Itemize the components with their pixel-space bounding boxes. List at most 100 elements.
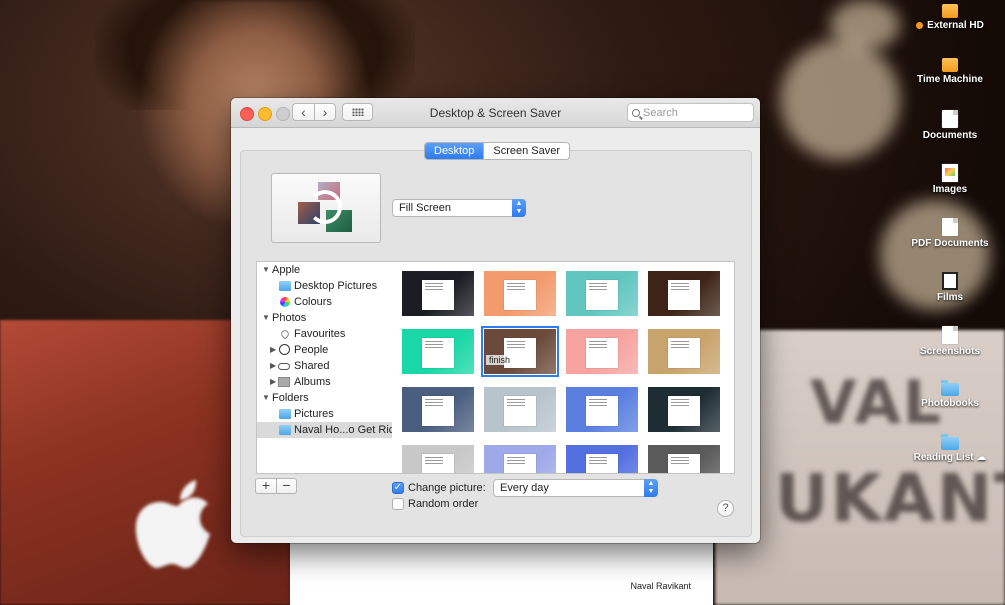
thumbnail-document-preview [668, 396, 700, 426]
heart-icon [279, 328, 291, 340]
sidebar-item-colours[interactable]: Colours [257, 294, 393, 310]
sidebar-item-favourites[interactable]: Favourites [257, 326, 393, 342]
thumbnail-document-preview [668, 454, 700, 473]
search-field[interactable] [627, 103, 754, 122]
wallpaper-thumbnail[interactable] [566, 271, 638, 316]
thumbnail-document-preview [504, 454, 536, 473]
wallpaper-thumbnail[interactable] [566, 329, 638, 374]
sidebar-section-folders[interactable]: ▼ Folders [257, 390, 393, 406]
fit-mode-value: Fill Screen [399, 202, 451, 214]
thumbnail-document-preview [422, 396, 454, 426]
film-icon [942, 272, 958, 290]
desktop-icon-reading-list[interactable]: Reading List ☁ [895, 434, 1005, 484]
wallpaper-thumbnail[interactable] [648, 445, 720, 473]
wallpaper-thumbnail[interactable] [484, 387, 556, 432]
wallpaper-thumbnail[interactable] [648, 329, 720, 374]
wallpaper-thumbnail[interactable] [402, 445, 474, 473]
desktop-icon-label: Photobooks [921, 398, 979, 409]
updown-arrows-icon: ▲ ▼ [512, 199, 526, 217]
desktop-icon-pdf-documents[interactable]: PDF Documents [895, 218, 1005, 268]
desktop-icon-documents[interactable]: Documents [895, 110, 1005, 160]
image-icon [942, 164, 958, 182]
icloud-icon: ☁ [976, 452, 987, 463]
title-bar[interactable]: ‹ › Desktop & Screen Saver [231, 98, 760, 128]
disclosure-open-icon[interactable]: ▼ [262, 310, 270, 326]
wallpaper-thumbnail[interactable] [484, 445, 556, 473]
desktop-preview [271, 173, 381, 243]
random-order-label: Random order [408, 498, 479, 510]
remove-folder-button[interactable]: − [276, 478, 297, 494]
desktop-icon-external-hd[interactable]: External HD [895, 2, 1005, 52]
add-folder-button[interactable]: + [255, 478, 276, 494]
desktop-icon-label: PDF Documents [911, 238, 989, 249]
disclosure-closed-icon[interactable]: ▶ [270, 374, 276, 390]
album-icon [278, 377, 290, 387]
tab-screen-saver[interactable]: Screen Saver [483, 143, 570, 159]
colour-wheel-icon [280, 297, 290, 307]
wallpaper-thumbnail[interactable] [648, 271, 720, 316]
wallpaper-thumbnail[interactable] [566, 445, 638, 473]
disclosure-open-icon[interactable]: ▼ [262, 262, 270, 278]
tab-desktop[interactable]: Desktop [425, 143, 484, 159]
thumbnail-document-preview [422, 454, 454, 473]
thumbnail-document-preview [668, 338, 700, 368]
thumbnail-caption: finish [486, 355, 514, 365]
random-order-checkbox[interactable] [392, 498, 404, 510]
document-author: Naval Ravikant [630, 581, 691, 591]
wallpaper-thumbnail[interactable] [648, 387, 720, 432]
desktop-icon-screenshots[interactable]: Screenshots [895, 326, 1005, 376]
disclosure-closed-icon[interactable]: ▶ [270, 358, 276, 374]
wallpaper-thumbnail[interactable] [402, 271, 474, 316]
search-input[interactable] [640, 106, 743, 119]
sidebar-section-apple[interactable]: ▼ Apple [257, 262, 393, 278]
fit-mode-dropdown[interactable]: Fill Screen ▲ ▼ [392, 199, 526, 217]
interval-value: Every day [500, 482, 549, 494]
interval-dropdown[interactable]: Every day ▲ ▼ [493, 479, 658, 497]
drive-icon [942, 4, 958, 18]
thumbnail-document-preview [422, 280, 454, 310]
sidebar-item-shared[interactable]: ▶ Shared [257, 358, 393, 374]
sidebar-item-albums[interactable]: ▶ Albums [257, 374, 393, 390]
wallpaper-thumbnail[interactable] [402, 329, 474, 374]
change-picture-label: Change picture: [408, 482, 486, 494]
desktop-icon-time-machine[interactable]: Time Machine [895, 56, 1005, 106]
background-bokeh [780, 40, 900, 160]
document-icon [942, 110, 958, 128]
folder-icon [941, 380, 959, 396]
drive-icon [942, 58, 958, 72]
wallpaper-thumbnail-selected[interactable]: finish [481, 326, 559, 377]
folder-icon [279, 409, 291, 419]
folder-icon [279, 425, 291, 435]
thumbnail-document-preview [422, 338, 454, 368]
change-picture-row: ✓ Change picture: [392, 482, 486, 494]
sidebar-item-desktop-pictures[interactable]: Desktop Pictures [257, 278, 393, 294]
desktop-icon-photobooks[interactable]: Photobooks [895, 380, 1005, 430]
desktop-icon-label: Documents [922, 130, 978, 141]
disclosure-closed-icon[interactable]: ▶ [270, 342, 276, 358]
thumbnail-document-preview [504, 396, 536, 426]
sidebar-item-pictures[interactable]: Pictures [257, 406, 393, 422]
sidebar-item-people[interactable]: ▶ People [257, 342, 393, 358]
source-list[interactable]: ▼ Apple Desktop Pictures Colours ▼ Photo… [256, 261, 394, 474]
change-picture-checkbox[interactable]: ✓ [392, 482, 404, 494]
help-button[interactable]: ? [717, 500, 734, 517]
desktop-icon-label: Images [932, 184, 968, 195]
thumbnail-document-preview [586, 280, 618, 310]
sidebar-section-photos[interactable]: ▼ Photos [257, 310, 393, 326]
random-order-row: Random order [392, 498, 478, 510]
sidebar-item-naval-folder[interactable]: Naval Ho...o Get Rich [257, 422, 393, 438]
folder-icon [941, 434, 959, 450]
desktop-icon-images[interactable]: Images [895, 164, 1005, 214]
tab-bar: Desktop Screen Saver [424, 142, 571, 160]
background-document: Naval Ravikant [290, 540, 713, 605]
search-icon [632, 108, 640, 117]
wallpaper-thumbnail[interactable] [566, 387, 638, 432]
desktop-icon-label: Time Machine [917, 74, 983, 85]
picture-grid[interactable]: finish [392, 261, 735, 474]
thumbnail-document-preview [586, 454, 618, 473]
wallpaper-thumbnail[interactable] [402, 387, 474, 432]
desktop-icon-films[interactable]: Films [895, 272, 1005, 322]
wallpaper-thumbnail[interactable] [484, 271, 556, 316]
disclosure-open-icon[interactable]: ▼ [262, 390, 270, 406]
desktop-screen-saver-window: ‹ › Desktop & Screen Saver Desktop Scree… [231, 98, 760, 543]
